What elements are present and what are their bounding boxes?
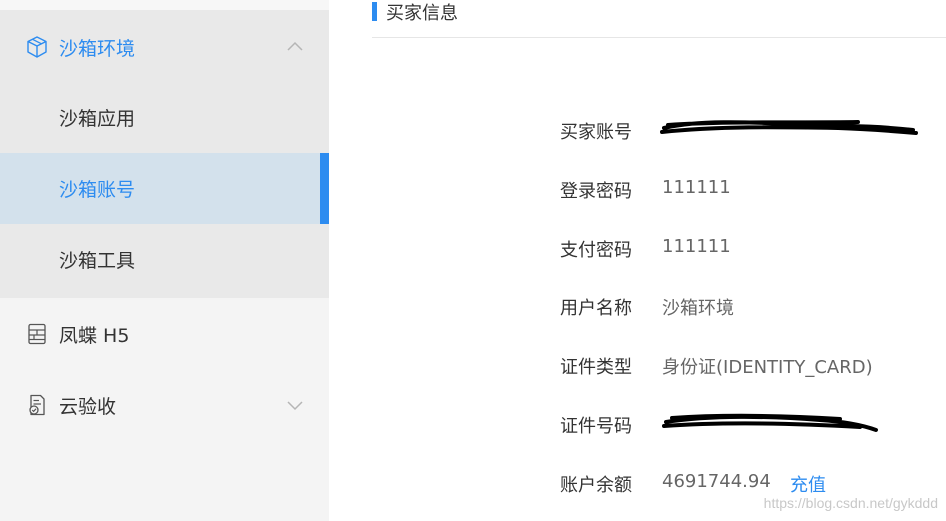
sidebar-item-sandbox-app[interactable]: 沙箱应用 xyxy=(0,82,329,153)
sidebar-item-sandbox-tools[interactable]: 沙箱工具 xyxy=(0,224,329,295)
sidebar-item-label: 沙箱应用 xyxy=(59,108,136,130)
active-indicator-bar xyxy=(320,153,329,224)
sidebar: 沙箱环境 沙箱应用 沙箱账号 沙箱工具 凤蝶 H5 云验收 xyxy=(0,0,329,521)
buyer-account-label: 买家账号 xyxy=(560,122,632,143)
sidebar-item-label: 沙箱账号 xyxy=(59,179,136,201)
recharge-link[interactable]: 充值 xyxy=(790,471,826,497)
sidebar-top-strip xyxy=(0,0,329,10)
menu-fengdie-h5[interactable]: 凤蝶 H5 xyxy=(0,298,329,370)
id-type-label: 证件类型 xyxy=(560,357,632,378)
redaction-scribble xyxy=(660,120,918,135)
layout-icon xyxy=(28,323,46,345)
balance-value: 4691744.94 xyxy=(662,471,771,492)
id-number-label: 证件号码 xyxy=(560,416,632,437)
row-id-type: 证件类型 身份证(IDENTITY_CARD) xyxy=(560,353,940,383)
menu-fengdie-h5-label: 凤蝶 H5 xyxy=(59,324,130,347)
login-password-value: 111111 xyxy=(662,177,731,198)
menu-cloud-acceptance[interactable]: 云验收 xyxy=(0,369,329,441)
row-buyer-account: 买家账号 xyxy=(560,118,940,148)
row-id-number: 证件号码 xyxy=(560,412,940,442)
section-title: 买家信息 xyxy=(386,3,458,24)
sidebar-item-sandbox-account[interactable]: 沙箱账号 xyxy=(0,153,329,224)
balance-label: 账户余额 xyxy=(560,475,632,496)
row-login-password: 登录密码 111111 xyxy=(560,177,940,207)
pay-password-value: 111111 xyxy=(662,236,731,257)
menu-sandbox-env-label: 沙箱环境 xyxy=(59,37,136,60)
chevron-up-icon[interactable] xyxy=(285,37,305,57)
pay-password-label: 支付密码 xyxy=(560,240,632,261)
watermark: https://blog.csdn.net/gykddd xyxy=(763,495,938,511)
username-label: 用户名称 xyxy=(560,298,632,319)
section-accent-mark xyxy=(372,2,377,21)
cube-icon xyxy=(27,36,47,58)
sidebar-item-label: 沙箱工具 xyxy=(59,250,136,272)
row-pay-password: 支付密码 111111 xyxy=(560,236,940,266)
menu-cloud-acceptance-label: 云验收 xyxy=(59,395,117,418)
id-type-value: 身份证(IDENTITY_CARD) xyxy=(662,357,873,378)
login-password-label: 登录密码 xyxy=(560,181,632,202)
username-value: 沙箱环境 xyxy=(662,298,734,319)
row-username: 用户名称 沙箱环境 xyxy=(560,294,940,324)
document-check-icon xyxy=(29,394,45,416)
redaction-scribble xyxy=(662,413,878,432)
menu-sandbox-env[interactable]: 沙箱环境 xyxy=(0,11,329,83)
chevron-down-icon[interactable] xyxy=(285,395,305,415)
section-header: 买家信息 xyxy=(372,0,946,38)
